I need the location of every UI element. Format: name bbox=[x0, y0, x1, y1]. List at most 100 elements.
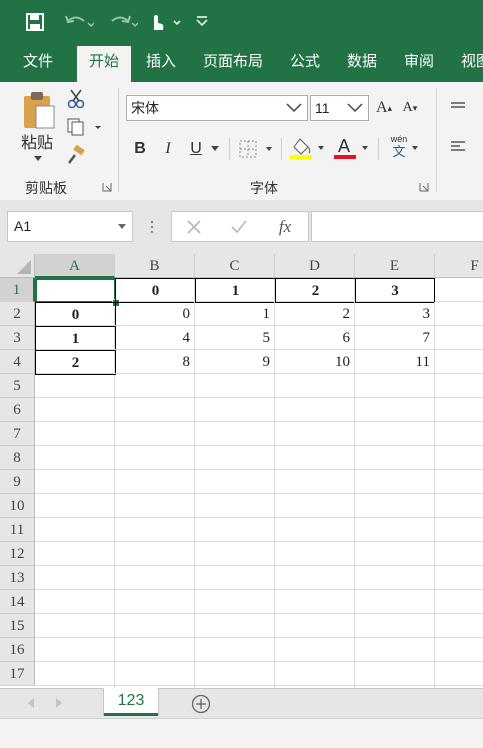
underline-button[interactable]: U bbox=[184, 136, 208, 162]
row-header-8[interactable]: 8 bbox=[0, 446, 35, 470]
formula-bar-resize-handle[interactable] bbox=[147, 218, 157, 236]
column-header-a[interactable]: A bbox=[35, 254, 115, 278]
underline-dropdown-icon[interactable] bbox=[208, 142, 222, 156]
cell-d2[interactable]: 2 bbox=[275, 302, 355, 326]
row-header-16[interactable]: 16 bbox=[0, 638, 35, 662]
font-color-icon[interactable]: A bbox=[332, 134, 372, 162]
font-launcher-icon[interactable] bbox=[418, 181, 430, 193]
name-box-value: A1 bbox=[14, 218, 32, 234]
group-separator bbox=[118, 88, 119, 192]
row-header-7[interactable]: 7 bbox=[0, 422, 35, 446]
cell-c3[interactable]: 5 bbox=[195, 326, 275, 350]
tab-data[interactable]: 数据 bbox=[338, 44, 386, 82]
cell-a4[interactable]: 2 bbox=[35, 350, 116, 375]
cell-b2[interactable]: 0 bbox=[115, 302, 195, 326]
undo-icon[interactable] bbox=[60, 8, 98, 36]
cell-e4[interactable]: 11 bbox=[355, 350, 435, 374]
row-header-4[interactable]: 4 bbox=[0, 350, 35, 374]
top-align-icon[interactable] bbox=[448, 98, 468, 116]
row-header-2[interactable]: 2 bbox=[0, 302, 35, 326]
column-header-c[interactable]: C bbox=[195, 254, 275, 278]
format-painter-icon[interactable] bbox=[64, 144, 88, 166]
tab-review[interactable]: 审阅 bbox=[395, 44, 443, 82]
chevron-down-icon[interactable] bbox=[285, 96, 303, 125]
font-group-label: 字体 bbox=[250, 180, 278, 196]
align-left-icon[interactable] bbox=[448, 138, 468, 156]
row-header-10[interactable]: 10 bbox=[0, 494, 35, 518]
paste-button[interactable]: 粘贴 bbox=[12, 130, 62, 152]
worksheet-grid[interactable]: A B C D E F 1 2 3 4 5 6 7 8 9 10 11 12 1… bbox=[0, 254, 483, 688]
font-name-combo[interactable]: 宋体 bbox=[126, 95, 308, 121]
cell-a2[interactable]: 0 bbox=[35, 302, 116, 327]
customize-quick-access-icon[interactable] bbox=[192, 8, 212, 36]
cell-d3[interactable]: 6 bbox=[275, 326, 355, 350]
column-header-e[interactable]: E bbox=[355, 254, 435, 278]
row-header-13[interactable]: 13 bbox=[0, 566, 35, 590]
column-header-f[interactable]: F bbox=[435, 254, 483, 278]
row-header-11[interactable]: 11 bbox=[0, 518, 35, 542]
borders-icon[interactable] bbox=[236, 136, 276, 162]
clipboard-group-label: 剪贴板 bbox=[25, 180, 67, 196]
scroll-sheets-right-icon[interactable] bbox=[52, 695, 66, 711]
tab-formulas[interactable]: 公式 bbox=[281, 44, 329, 82]
chevron-down-icon[interactable] bbox=[118, 212, 126, 250]
tab-insert[interactable]: 插入 bbox=[137, 44, 185, 82]
font-size-combo[interactable]: 11 bbox=[310, 95, 369, 121]
cell-c4[interactable]: 9 bbox=[195, 350, 275, 374]
cell-e1[interactable]: 3 bbox=[355, 278, 435, 303]
row-header-12[interactable]: 12 bbox=[0, 542, 35, 566]
fill-color-icon[interactable] bbox=[288, 134, 328, 162]
scroll-sheets-left-icon[interactable] bbox=[24, 695, 38, 711]
cell-c1[interactable]: 1 bbox=[195, 278, 276, 303]
status-bar bbox=[0, 718, 483, 748]
cell-a1[interactable] bbox=[35, 278, 116, 303]
insert-function-button[interactable]: fx bbox=[270, 215, 300, 239]
group-separator bbox=[378, 138, 379, 160]
cell-d1[interactable]: 2 bbox=[275, 278, 356, 303]
cell-e3[interactable]: 7 bbox=[355, 326, 435, 350]
cell-d4[interactable]: 10 bbox=[275, 350, 355, 374]
cell-a3[interactable]: 1 bbox=[35, 326, 116, 351]
clipboard-launcher-icon[interactable] bbox=[101, 181, 113, 193]
touch-mode-icon[interactable] bbox=[146, 8, 184, 36]
save-icon[interactable] bbox=[22, 8, 48, 36]
cancel-icon[interactable] bbox=[182, 216, 206, 238]
cut-icon[interactable] bbox=[64, 88, 88, 110]
row-header-5[interactable]: 5 bbox=[0, 374, 35, 398]
formula-buttons: fx bbox=[171, 211, 309, 242]
row-header-15[interactable]: 15 bbox=[0, 614, 35, 638]
tab-page-layout[interactable]: 页面布局 bbox=[195, 44, 271, 82]
formula-input[interactable] bbox=[311, 211, 483, 242]
select-all-corner[interactable] bbox=[0, 254, 35, 278]
increase-font-size-button[interactable]: A ▴ bbox=[374, 96, 394, 120]
name-box[interactable]: A1 bbox=[7, 211, 133, 242]
decrease-font-size-button[interactable]: A ▾ bbox=[400, 96, 420, 120]
row-header-1[interactable]: 1 bbox=[0, 278, 35, 302]
row-header-17[interactable]: 17 bbox=[0, 662, 35, 686]
paste-dropdown-icon[interactable] bbox=[32, 154, 44, 164]
bold-button[interactable]: B bbox=[128, 136, 152, 162]
row-header-14[interactable]: 14 bbox=[0, 590, 35, 614]
cell-b4[interactable]: 8 bbox=[115, 350, 195, 374]
row-header-6[interactable]: 6 bbox=[0, 398, 35, 422]
tab-file[interactable]: 文件 bbox=[10, 44, 66, 82]
column-header-b[interactable]: B bbox=[115, 254, 195, 278]
add-sheet-icon[interactable] bbox=[190, 693, 212, 715]
tab-home[interactable]: 开始 bbox=[77, 46, 131, 82]
cell-c2[interactable]: 1 bbox=[195, 302, 275, 326]
tab-view[interactable]: 视图 bbox=[452, 44, 483, 82]
chevron-down-icon[interactable] bbox=[346, 96, 364, 125]
column-header-d[interactable]: D bbox=[275, 254, 355, 278]
italic-button[interactable]: I bbox=[156, 136, 180, 162]
phonetic-guide-icon[interactable]: wén 文 bbox=[384, 134, 424, 164]
enter-icon[interactable] bbox=[227, 216, 251, 238]
row-header-9[interactable]: 9 bbox=[0, 470, 35, 494]
row-header-3[interactable]: 3 bbox=[0, 326, 35, 350]
paste-icon[interactable] bbox=[18, 88, 58, 132]
sheet-tab-123[interactable]: 123 bbox=[104, 688, 158, 716]
cell-b3[interactable]: 4 bbox=[115, 326, 195, 350]
cell-e2[interactable]: 3 bbox=[355, 302, 435, 326]
copy-icon[interactable] bbox=[64, 116, 104, 138]
cell-b1[interactable]: 0 bbox=[115, 278, 196, 303]
redo-icon[interactable] bbox=[104, 8, 142, 36]
